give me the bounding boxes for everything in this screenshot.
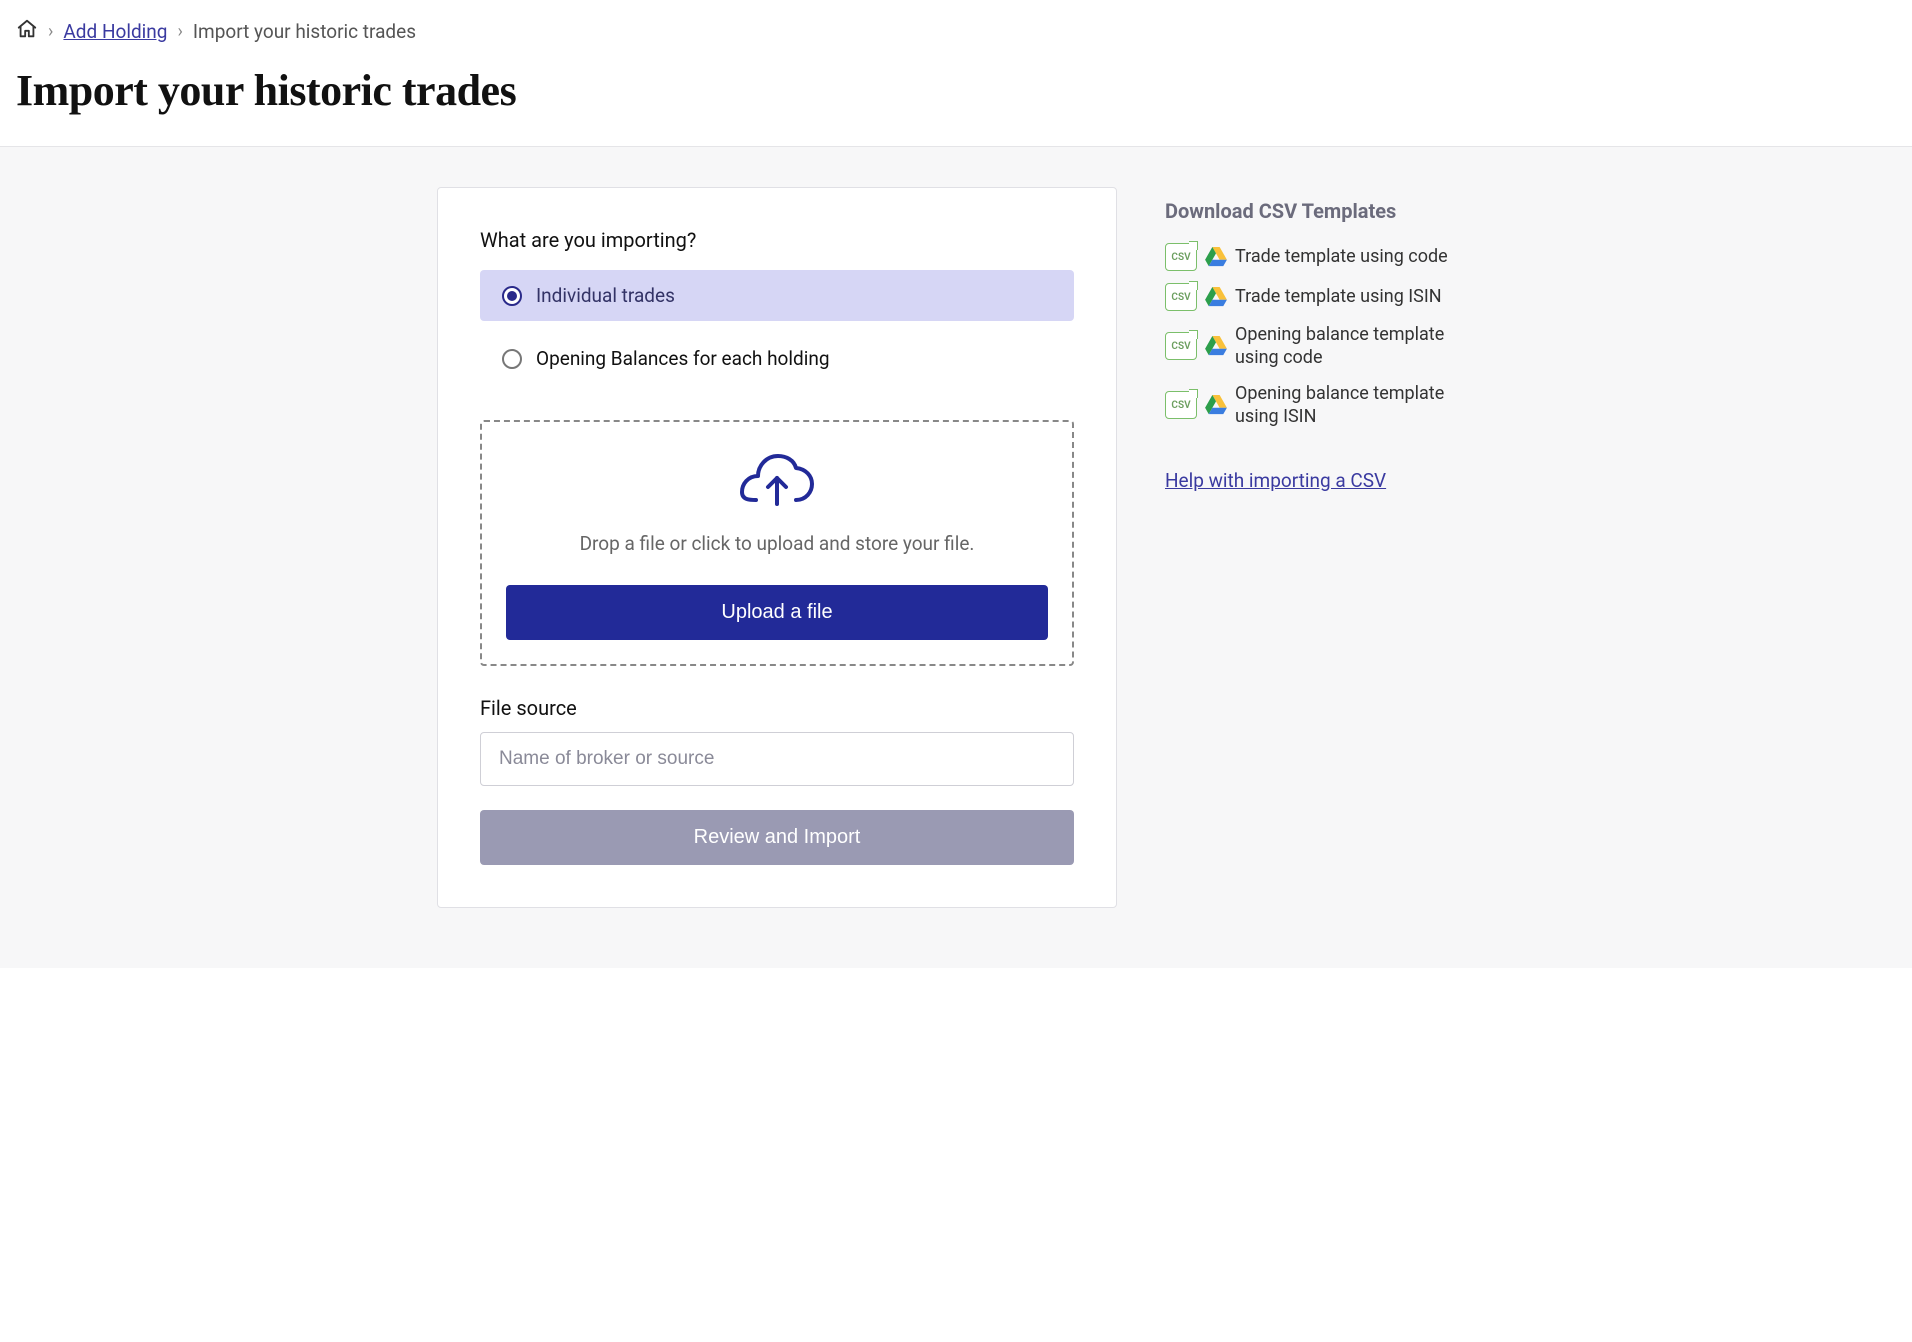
upload-file-button[interactable]: Upload a file <box>506 585 1048 640</box>
review-import-button[interactable]: Review and Import <box>480 810 1074 865</box>
google-drive-icon <box>1205 336 1227 356</box>
template-label: Opening balance template using code <box>1235 323 1475 370</box>
radio-icon <box>502 286 522 306</box>
template-trade-code[interactable]: CSV Trade template using code <box>1165 243 1475 271</box>
template-label: Trade template using ISIN <box>1235 285 1442 308</box>
template-trade-isin[interactable]: CSV Trade template using ISIN <box>1165 283 1475 311</box>
cloud-upload-icon <box>506 454 1048 516</box>
help-importing-csv-link[interactable]: Help with importing a CSV <box>1165 469 1386 492</box>
chevron-right-icon: › <box>48 21 53 42</box>
radio-label: Opening Balances for each holding <box>536 347 830 370</box>
csv-file-icon: CSV <box>1165 391 1197 419</box>
csv-file-icon: CSV <box>1165 243 1197 271</box>
radio-icon <box>502 349 522 369</box>
chevron-right-icon: › <box>177 21 182 42</box>
breadcrumb-add-holding[interactable]: Add Holding <box>63 20 167 43</box>
import-type-radio-group: Individual trades Opening Balances for e… <box>480 270 1074 384</box>
home-icon[interactable] <box>16 18 38 45</box>
radio-individual-trades[interactable]: Individual trades <box>480 270 1074 321</box>
sidebar-heading: Download CSV Templates <box>1165 199 1475 223</box>
csv-file-icon: CSV <box>1165 332 1197 360</box>
dropzone-text: Drop a file or click to upload and store… <box>506 532 1048 555</box>
template-opening-code[interactable]: CSV Opening balance template using code <box>1165 323 1475 370</box>
breadcrumb-current: Import your historic trades <box>193 20 416 43</box>
file-source-input[interactable] <box>480 732 1074 786</box>
file-source-label: File source <box>480 696 1074 720</box>
google-drive-icon <box>1205 395 1227 415</box>
csv-file-icon: CSV <box>1165 283 1197 311</box>
google-drive-icon <box>1205 247 1227 267</box>
breadcrumb: › Add Holding › Import your historic tra… <box>0 0 1912 45</box>
template-label: Opening balance template using ISIN <box>1235 382 1475 429</box>
file-dropzone[interactable]: Drop a file or click to upload and store… <box>480 420 1074 666</box>
import-form-card: What are you importing? Individual trade… <box>437 187 1117 908</box>
radio-opening-balances[interactable]: Opening Balances for each holding <box>480 333 1074 384</box>
google-drive-icon <box>1205 287 1227 307</box>
template-label: Trade template using code <box>1235 245 1448 268</box>
page-title: Import your historic trades <box>0 45 1912 146</box>
import-type-question: What are you importing? <box>480 228 1074 252</box>
templates-sidebar: Download CSV Templates CSV Trade templat… <box>1165 187 1475 492</box>
template-opening-isin[interactable]: CSV Opening balance template using ISIN <box>1165 382 1475 429</box>
radio-label: Individual trades <box>536 284 675 307</box>
